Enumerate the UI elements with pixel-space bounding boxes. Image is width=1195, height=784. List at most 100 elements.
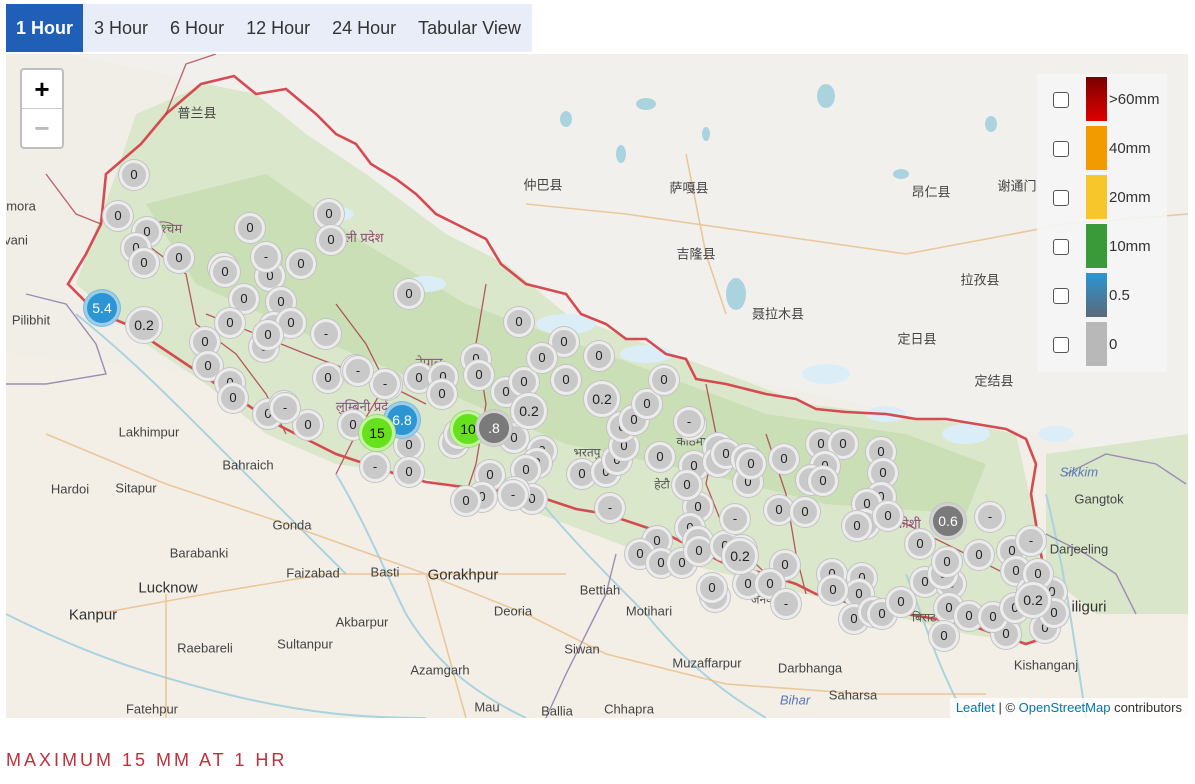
leaflet-link[interactable]: Leaflet — [956, 700, 995, 715]
place-label: Gangtok — [1074, 491, 1124, 507]
map-attribution: Leaflet | © OpenStreetMap contributors — [949, 698, 1188, 718]
station-marker[interactable]: 0 — [873, 501, 903, 531]
tab-6-hour[interactable]: 6 Hour — [159, 4, 235, 52]
station-marker[interactable]: 0.2 — [511, 393, 547, 429]
legend-row: 40mm — [1037, 126, 1167, 170]
place-label: iliguri — [1071, 598, 1107, 616]
place-label: Sultanpur — [277, 636, 333, 652]
station-marker[interactable]: 0.2 — [126, 307, 162, 343]
zoom-in-button[interactable]: + — [22, 70, 62, 108]
station-marker[interactable]: 0 — [905, 529, 935, 559]
station-marker[interactable]: 0 — [684, 536, 714, 566]
station-marker[interactable]: 0 — [394, 457, 424, 487]
place-label: 定日县 — [897, 331, 937, 347]
station-marker[interactable]: 0 — [394, 279, 424, 309]
station-marker[interactable]: 0 — [736, 449, 766, 479]
legend-row: 10mm — [1037, 224, 1167, 268]
station-marker[interactable]: 0 — [649, 365, 679, 395]
station-marker[interactable]: 0 — [818, 575, 848, 605]
station-marker[interactable]: - — [498, 480, 528, 510]
station-marker[interactable]: 0 — [790, 497, 820, 527]
station-marker[interactable]: 0 — [769, 444, 799, 474]
station-marker[interactable]: 0 — [215, 308, 245, 338]
station-marker[interactable]: 0 — [697, 573, 727, 603]
place-label: Lakhimpur — [118, 424, 180, 440]
legend-checkbox[interactable] — [1053, 92, 1069, 108]
station-marker[interactable]: 0 — [129, 248, 159, 278]
station-marker[interactable]: 0 — [164, 243, 194, 273]
place-label: Fatehpur — [125, 701, 179, 717]
station-marker[interactable]: 0 — [932, 547, 962, 577]
tab-tabular-view[interactable]: Tabular View — [407, 4, 532, 52]
place-label: Basti — [370, 564, 400, 580]
station-marker[interactable]: 0 — [103, 201, 133, 231]
station-marker[interactable]: - — [1016, 526, 1046, 556]
place-label: Raebareli — [177, 640, 233, 656]
legend-checkbox[interactable] — [1053, 288, 1069, 304]
place-label: 仲巴县 — [523, 177, 563, 193]
place-label: 拉孜县 — [960, 272, 1000, 288]
station-marker[interactable]: 0 — [645, 442, 675, 472]
station-marker[interactable]: 0 — [808, 466, 838, 496]
place-label: Ballia — [541, 703, 573, 719]
rainfall-map[interactable]: + − Lakhimpur Bahraich Hardoi Sitapur Go… — [6, 54, 1188, 718]
tab-12-hour[interactable]: 12 Hour — [235, 4, 321, 52]
station-marker[interactable]: 0 — [527, 343, 557, 373]
station-marker[interactable]: - — [720, 504, 750, 534]
legend-swatch — [1086, 126, 1107, 170]
osm-link[interactable]: OpenStreetMap — [1019, 700, 1111, 715]
tab-1-hour[interactable]: 1 Hour — [6, 4, 84, 52]
station-marker[interactable]: 0 — [964, 540, 994, 570]
station-marker[interactable]: 0 — [313, 363, 343, 393]
place-label: Bettiah — [579, 582, 621, 598]
station-marker[interactable]: 0 — [842, 511, 872, 541]
station-marker[interactable]: 0 — [119, 160, 149, 190]
station-marker[interactable]: - — [771, 589, 801, 619]
station-marker[interactable]: - — [343, 356, 373, 386]
station-marker[interactable]: 0 — [235, 213, 265, 243]
station-marker[interactable]: 0 — [886, 587, 916, 617]
station-marker[interactable]: - — [674, 407, 704, 437]
station-marker[interactable]: 0 — [253, 320, 283, 350]
place-label: Sitapur — [115, 480, 157, 496]
station-marker[interactable]: 0 — [672, 470, 702, 500]
place-label: Pilibhit — [11, 312, 51, 328]
station-marker[interactable]: - — [370, 369, 400, 399]
station-marker[interactable]: - — [595, 493, 625, 523]
tab-24-hour[interactable]: 24 Hour — [321, 4, 407, 52]
station-marker[interactable]: 0 — [464, 360, 494, 390]
place-label: ली प्रदेश — [344, 230, 384, 245]
station-marker[interactable]: 0 — [210, 257, 240, 287]
station-marker[interactable]: 0 — [286, 249, 316, 279]
station-marker[interactable]: - — [251, 242, 281, 272]
station-marker[interactable]: 0 — [451, 486, 481, 516]
tab-3-hour[interactable]: 3 Hour — [83, 4, 159, 52]
station-marker[interactable]: 0.2 — [1015, 582, 1051, 618]
zoom-out-button[interactable]: − — [22, 108, 62, 147]
station-marker[interactable]: 0 — [427, 379, 457, 409]
station-marker[interactable]: - — [975, 502, 1005, 532]
legend-row: >60mm — [1037, 77, 1167, 121]
legend-label: >60mm — [1109, 91, 1160, 108]
station-marker[interactable]: 0.6 — [930, 503, 966, 539]
station-marker[interactable]: .8 — [476, 410, 512, 446]
legend-checkbox[interactable] — [1053, 141, 1069, 157]
station-marker[interactable]: 5.4 — [84, 290, 120, 326]
station-marker[interactable]: 0.2 — [722, 538, 758, 574]
station-marker[interactable]: - — [270, 393, 300, 423]
station-marker[interactable]: - — [360, 452, 390, 482]
station-marker[interactable]: 15 — [359, 415, 395, 451]
station-marker[interactable]: - — [311, 319, 341, 349]
station-marker[interactable]: 0 — [504, 307, 534, 337]
place-label: 萨嘎县 — [669, 180, 709, 196]
station-marker[interactable]: 0 — [218, 383, 248, 413]
station-marker[interactable]: 0 — [316, 225, 346, 255]
station-marker[interactable]: 0 — [929, 621, 959, 651]
legend-checkbox[interactable] — [1053, 190, 1069, 206]
station-marker[interactable]: 0 — [551, 365, 581, 395]
legend-checkbox[interactable] — [1053, 239, 1069, 255]
station-marker[interactable]: 0 — [584, 341, 614, 371]
station-marker[interactable]: 0.2 — [584, 381, 620, 417]
place-label: बिराट — [911, 610, 937, 625]
legend-checkbox[interactable] — [1053, 337, 1069, 353]
